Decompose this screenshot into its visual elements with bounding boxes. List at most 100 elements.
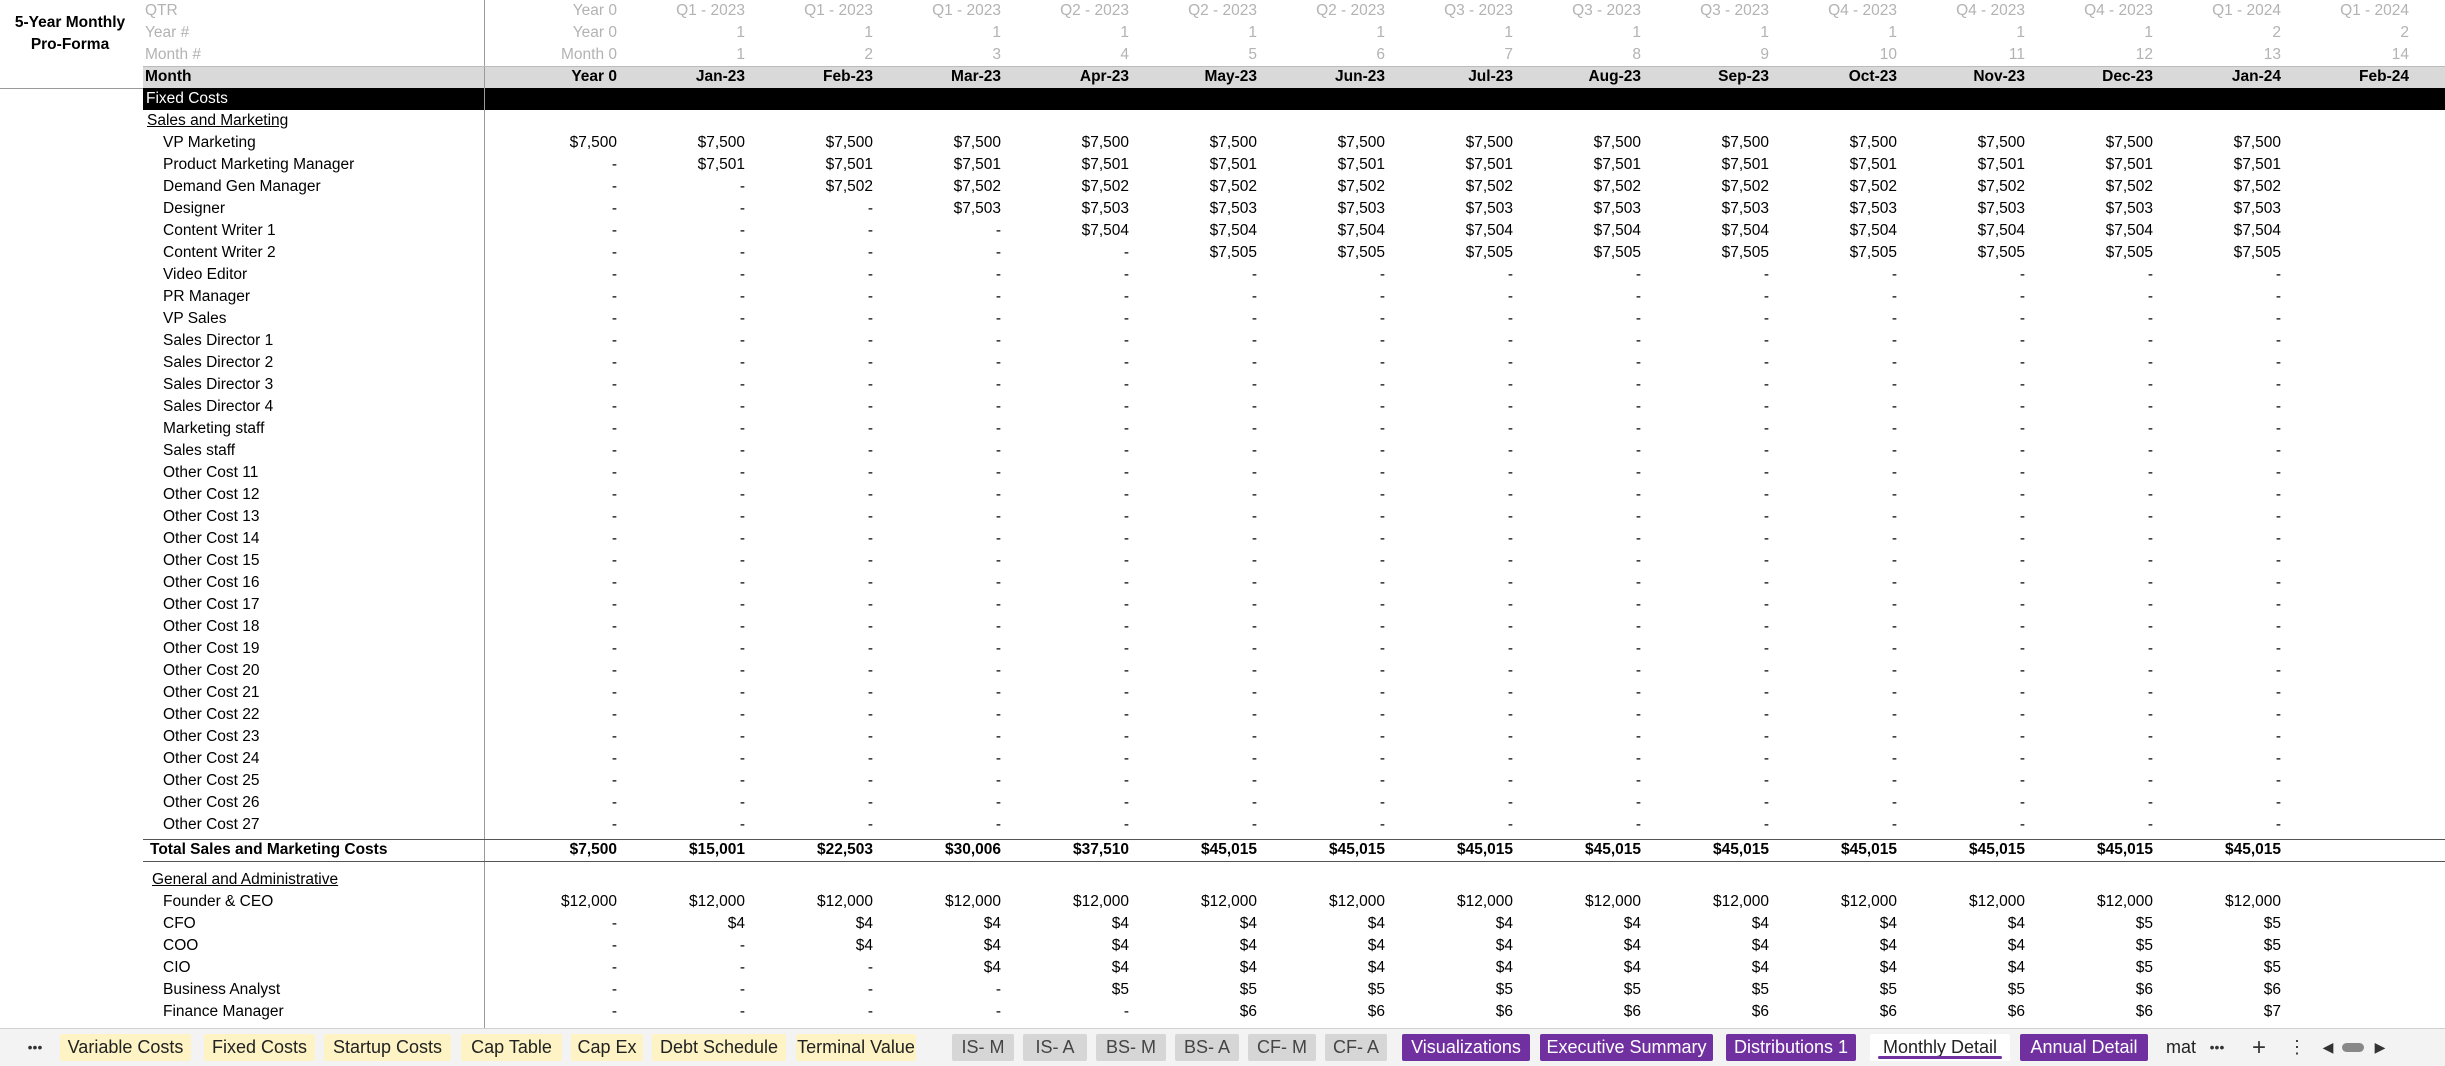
sheet-tab[interactable]: Terminal Value <box>796 1034 916 1061</box>
sheet-tab[interactable]: CF- M <box>1248 1034 1316 1061</box>
sheet-tab[interactable]: Debt Schedule <box>652 1034 786 1061</box>
sheet-tab[interactable]: IS- A <box>1023 1034 1087 1061</box>
total-value-cell: $37,510 <box>1072 841 1129 858</box>
value-cell: - <box>2275 464 2281 481</box>
value-cell: - <box>2019 684 2025 701</box>
value-cell: - <box>1123 574 1129 591</box>
value-cell: $12,000 <box>1584 893 1641 910</box>
value-cell: $7,502 <box>825 178 873 195</box>
sheet-tab[interactable]: Distributions 1 <box>1726 1034 1856 1061</box>
value-cell: $12,000 <box>2096 893 2153 910</box>
value-cell: $7,500 <box>1081 134 1129 151</box>
value-cell: - <box>1763 288 1769 305</box>
value-cell: - <box>1635 354 1641 371</box>
value-cell: - <box>867 244 873 261</box>
value-cell: - <box>995 244 1001 261</box>
horizontal-scroll-thumb[interactable] <box>2342 1043 2364 1052</box>
value-cell: - <box>2275 640 2281 657</box>
value-cell: $12,000 <box>1712 893 1769 910</box>
spreadsheet-grid[interactable]: 5-Year Monthly Pro-Forma QTR Year 0 Q1 - 2… <box>0 0 2445 1028</box>
value-cell: - <box>1123 332 1129 349</box>
value-cell: - <box>2147 750 2153 767</box>
value-cell: - <box>995 981 1001 998</box>
value-cell: $12,000 <box>2224 893 2281 910</box>
value-cell: $6 <box>1623 1003 1641 1020</box>
value-cell: - <box>1251 398 1257 415</box>
value-cell: $7,505 <box>1209 244 1257 261</box>
value-cell: - <box>1763 662 1769 679</box>
value-cell: - <box>1635 508 1641 525</box>
tabs-more-right-icon[interactable]: ••• <box>2200 1034 2234 1061</box>
value-cell: - <box>611 937 617 954</box>
value-cell: $7,501 <box>1337 156 1385 173</box>
value-cell: $7,500 <box>569 134 617 151</box>
sheet-tab[interactable]: Monthly Detail <box>1870 1034 2010 1061</box>
value-cell: - <box>867 376 873 393</box>
value-cell: - <box>1123 244 1129 261</box>
value-cell: - <box>2147 464 2153 481</box>
sheet-tab[interactable]: Annual Detail <box>2020 1034 2148 1061</box>
sheet-menu-icon[interactable]: ⋮ <box>2284 1034 2310 1061</box>
value-cell: - <box>1123 266 1129 283</box>
value-cell: - <box>1251 816 1257 833</box>
value-cell: - <box>2275 420 2281 437</box>
value-cell: - <box>1635 684 1641 701</box>
sheet-tab[interactable]: Fixed Costs <box>204 1034 315 1061</box>
value-cell: - <box>1251 310 1257 327</box>
value-cell: - <box>611 200 617 217</box>
value-cell: $7,505 <box>1977 244 2025 261</box>
value-cell: - <box>1763 530 1769 547</box>
value-cell: - <box>1379 442 1385 459</box>
value-cell: - <box>1763 552 1769 569</box>
scroll-right-icon[interactable]: ▶ <box>2370 1034 2390 1061</box>
value-cell: - <box>1251 728 1257 745</box>
sheet-tab[interactable]: Visualizations <box>1402 1034 1530 1061</box>
sheet-title: 5-Year Monthly Pro-Forma <box>0 12 140 56</box>
add-sheet-icon[interactable]: + <box>2244 1034 2274 1061</box>
value-cell: - <box>2275 574 2281 591</box>
value-cell: $4 <box>1367 915 1385 932</box>
total-value-cell: $45,015 <box>2096 841 2153 858</box>
value-cell: - <box>2275 376 2281 393</box>
value-cell: - <box>2019 376 2025 393</box>
value-cell: - <box>1379 772 1385 789</box>
value-cell: $5 <box>2135 937 2153 954</box>
row-label: Content Writer 1 <box>163 222 276 239</box>
sheet-tab[interactable]: Variable Costs <box>60 1034 191 1061</box>
sheet-tab[interactable]: mat <box>2160 1034 2202 1061</box>
value-cell: - <box>995 310 1001 327</box>
value-cell: - <box>867 530 873 547</box>
value-cell: - <box>611 464 617 481</box>
sheet-tab[interactable]: CF- A <box>1325 1034 1387 1061</box>
sheet-tab[interactable]: Executive Summary <box>1540 1034 1713 1061</box>
value-cell: $7,505 <box>1337 244 1385 261</box>
sheet-tab[interactable]: IS- M <box>952 1034 1014 1061</box>
value-cell: - <box>611 398 617 415</box>
header-month_num-cell: 7 <box>1504 46 1513 63</box>
header-month_num-cell: 12 <box>2135 46 2153 63</box>
row-label: Other Cost 11 <box>163 464 259 481</box>
value-cell: - <box>611 618 617 635</box>
value-cell: - <box>739 684 745 701</box>
sheet-tab[interactable]: BS- M <box>1096 1034 1166 1061</box>
value-cell: - <box>2147 376 2153 393</box>
value-cell: $7,501 <box>825 156 873 173</box>
value-cell: - <box>1635 420 1641 437</box>
value-cell: - <box>739 1003 745 1020</box>
sheet-tab[interactable]: BS- A <box>1175 1034 1239 1061</box>
scroll-left-icon[interactable]: ◀ <box>2318 1034 2338 1061</box>
sheet-tab[interactable]: Startup Costs <box>324 1034 451 1061</box>
value-cell: - <box>2019 662 2025 679</box>
value-cell: - <box>867 464 873 481</box>
value-cell: - <box>1251 750 1257 767</box>
value-cell: - <box>1251 508 1257 525</box>
value-cell: - <box>1891 618 1897 635</box>
value-cell: - <box>1379 508 1385 525</box>
sheet-tab[interactable]: Cap Ex <box>571 1034 643 1061</box>
value-cell: - <box>2147 508 2153 525</box>
value-cell: - <box>1763 354 1769 371</box>
tabs-more-left-icon[interactable]: ••• <box>18 1034 52 1061</box>
sheet-tab[interactable]: Cap Table <box>461 1034 562 1061</box>
header-qtr-cell: Q2 - 2023 <box>1060 2 1129 19</box>
row-label: Finance Manager <box>163 1003 284 1020</box>
